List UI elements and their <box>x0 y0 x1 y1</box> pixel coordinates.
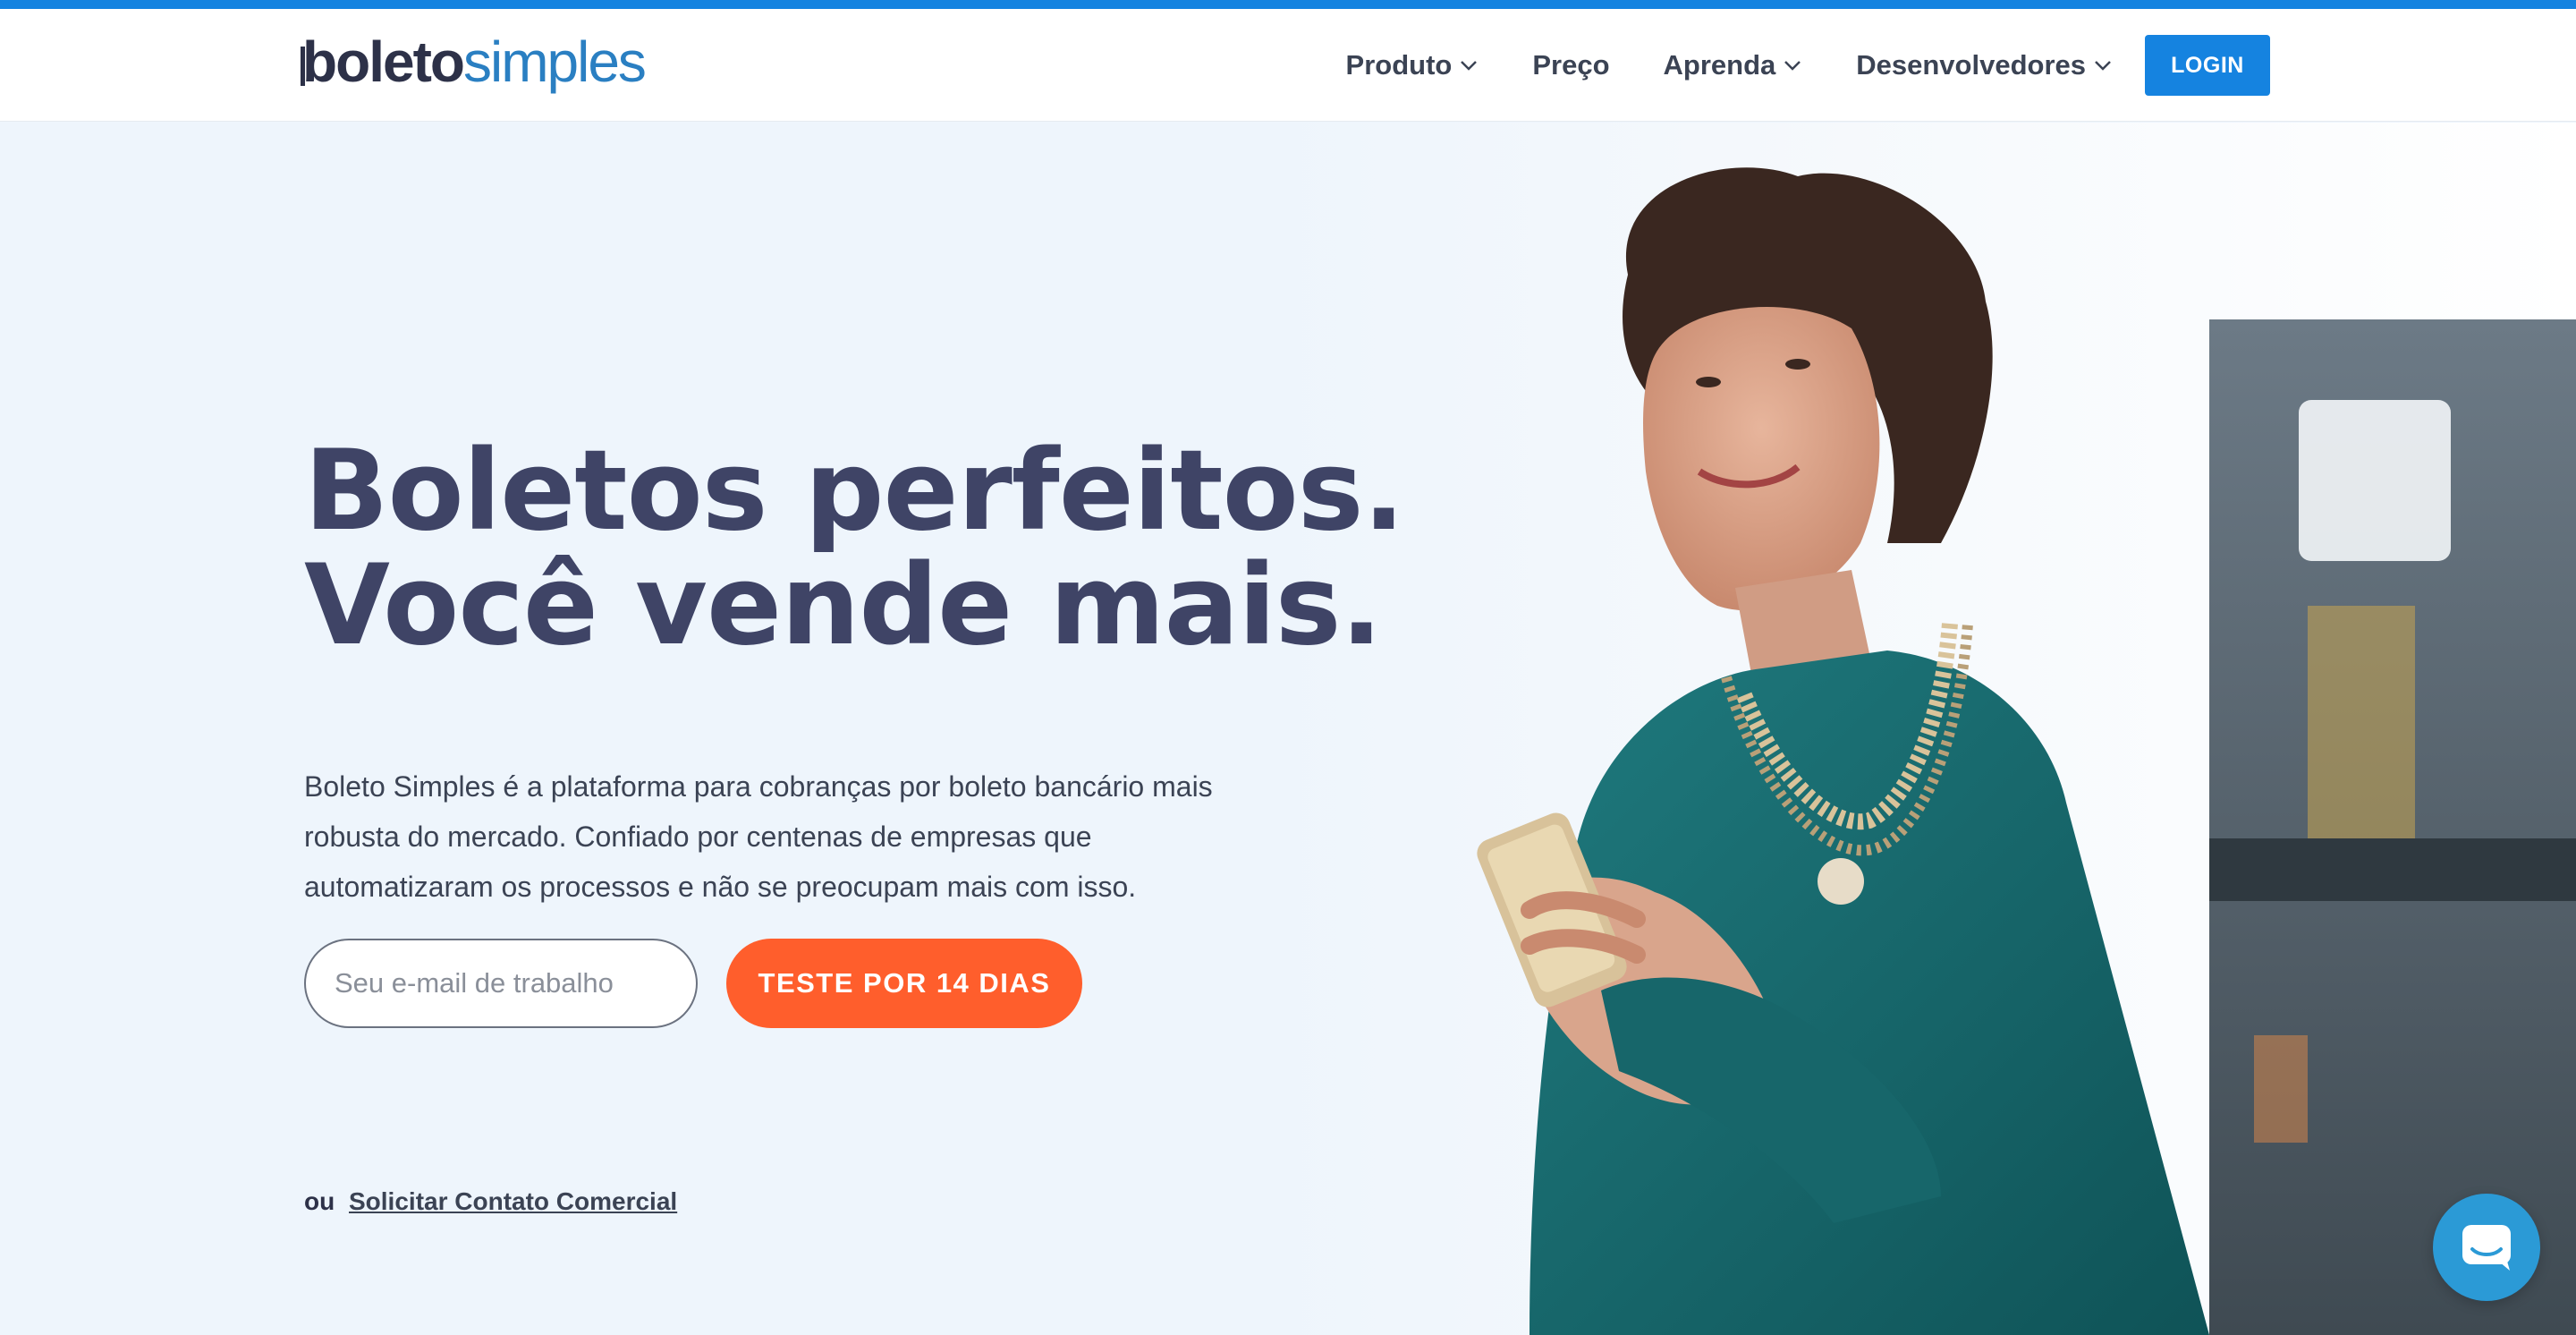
request-sales-contact-link[interactable]: Solicitar Contato Comercial <box>349 1187 677 1215</box>
chevron-down-icon <box>2095 61 2111 71</box>
logo-text-simples: simples <box>462 30 647 94</box>
nav-item-produto[interactable]: Produto <box>1346 49 1479 81</box>
contact-sales-row: ou Solicitar Contato Comercial <box>304 1187 677 1216</box>
site-header: boleto simples Produto Preço Aprenda Dese… <box>0 9 2576 122</box>
nav-item-label: Desenvolvedores <box>1856 49 2086 81</box>
chat-launcher-button[interactable] <box>2433 1194 2540 1301</box>
logo-text-boleto: boleto <box>302 30 465 94</box>
nav-item-label: Aprenda <box>1663 49 1776 81</box>
nav-item-preco[interactable]: Preço <box>1532 49 1609 81</box>
hero-headline: Boletos perfeitos. Você vende mais. <box>304 427 1405 670</box>
start-trial-button[interactable]: TESTE POR 14 DIAS <box>726 939 1082 1028</box>
headline-line-2: Você vende mais. <box>304 541 1383 670</box>
main-nav: Produto Preço Aprenda Desenvolvedores LO… <box>1292 34 2270 97</box>
work-email-input[interactable] <box>304 939 698 1028</box>
nav-item-aprenda[interactable]: Aprenda <box>1664 49 1803 81</box>
hero-photo <box>1261 123 2576 1335</box>
chevron-down-icon <box>1461 61 1478 71</box>
chevron-down-icon <box>1784 61 1801 71</box>
nav-item-label: Preço <box>1532 49 1610 81</box>
chat-icon <box>2462 1225 2511 1271</box>
hero-photo-illustration <box>1261 123 2576 1335</box>
or-text: ou <box>304 1187 335 1215</box>
brand-logo[interactable]: boleto simples <box>301 29 647 100</box>
nav-item-desenvolvedores[interactable]: Desenvolvedores <box>1856 49 2113 81</box>
login-button[interactable]: LOGIN <box>2145 35 2270 96</box>
headline-line-1: Boletos perfeitos. <box>304 427 1405 556</box>
nav-item-label: Produto <box>1345 49 1453 81</box>
top-accent-bar <box>0 0 2576 9</box>
hero-description: Boleto Simples é a plataforma para cobra… <box>304 770 1213 903</box>
logo-bar <box>301 47 305 86</box>
hero-section: Boletos perfeitos. Você vende mais. Bole… <box>0 123 2576 1335</box>
